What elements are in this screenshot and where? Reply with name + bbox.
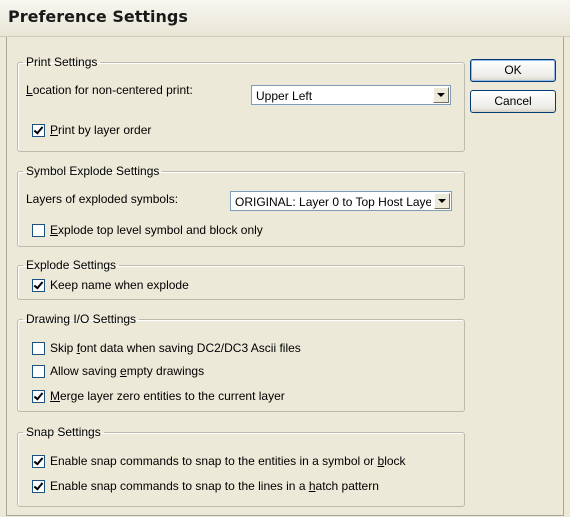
cancel-button[interactable]: Cancel (470, 90, 556, 113)
keep-name-label: Keep name when explode (50, 278, 189, 292)
layers-exploded-label: Layers of exploded symbols: (26, 192, 179, 206)
drawing-io-legend: Drawing I/O Settings (26, 312, 137, 326)
print-settings-legend: Print Settings (26, 55, 98, 69)
layers-exploded-select[interactable]: ORIGINAL: Layer 0 to Top Host Layer (230, 191, 452, 211)
explode-settings-legend: Explode Settings (26, 258, 117, 272)
explode-top-checkbox[interactable] (32, 224, 45, 237)
location-label: Location for non-centered print: (26, 83, 193, 97)
merge-layer-checkbox[interactable] (32, 390, 45, 403)
print-by-layer-label: Print by layer order (50, 123, 152, 137)
explode-top-label: Explode top level symbol and block only (50, 223, 263, 237)
location-value: Upper Left (256, 89, 313, 103)
skip-font-checkbox[interactable] (32, 342, 45, 355)
chevron-down-icon[interactable] (434, 193, 450, 209)
allow-empty-label: Allow saving empty drawings (50, 364, 205, 378)
snap-symbol-checkbox[interactable] (32, 455, 45, 468)
snap-hatch-label: Enable snap commands to snap to the line… (50, 479, 379, 493)
snap-hatch-checkbox[interactable] (32, 480, 45, 493)
snap-settings-legend: Snap Settings (26, 425, 101, 439)
window-title: Preference Settings (8, 7, 188, 26)
title-bar: Preference Settings (0, 0, 570, 37)
dialog-body: Print Settings Location for non-centered… (6, 37, 564, 516)
layers-exploded-value: ORIGINAL: Layer 0 to Top Host Layer (235, 195, 431, 209)
merge-layer-label: Merge layer zero entities to the current… (50, 389, 285, 403)
skip-font-label: Skip font data when saving DC2/DC3 Ascii… (50, 341, 301, 355)
snap-symbol-label: Enable snap commands to snap to the enti… (50, 454, 406, 468)
ok-button[interactable]: OK (470, 59, 556, 82)
chevron-down-icon[interactable] (433, 87, 449, 103)
symbol-explode-legend: Symbol Explode Settings (26, 164, 160, 178)
location-select[interactable]: Upper Left (251, 85, 451, 105)
keep-name-checkbox[interactable] (32, 279, 45, 292)
print-by-layer-checkbox[interactable] (32, 124, 45, 137)
allow-empty-checkbox[interactable] (32, 365, 45, 378)
